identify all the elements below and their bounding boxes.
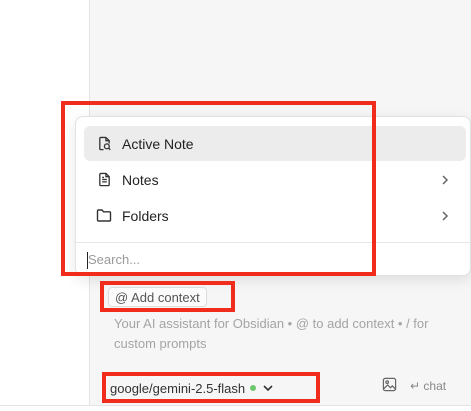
model-status-dot xyxy=(250,385,257,391)
context-menu-popup: Active Note Notes Folders Search... xyxy=(75,116,471,276)
chevron-down-icon xyxy=(262,381,274,396)
add-context-label: @ Add context xyxy=(115,289,200,305)
chat-label: ↵ chat xyxy=(410,379,447,393)
add-context-button[interactable]: @ Add context xyxy=(108,287,207,307)
model-name: google/gemini-2.5-flash xyxy=(110,380,246,396)
chat-input-placeholder[interactable]: Your AI assistant for Obsidian • @ to ad… xyxy=(114,314,464,354)
image-icon xyxy=(382,377,397,397)
send-chat-button[interactable]: ↵ chat xyxy=(410,377,446,395)
active-note-icon xyxy=(96,136,112,152)
menu-item-notes[interactable]: Notes xyxy=(84,162,466,197)
text-caret xyxy=(87,252,88,269)
bottom-strip xyxy=(0,405,471,411)
note-file-icon xyxy=(96,172,112,188)
menu-item-folders[interactable]: Folders xyxy=(84,198,466,233)
menu-item-active-note[interactable]: Active Note xyxy=(84,126,466,161)
context-search-input[interactable] xyxy=(76,243,470,276)
menu-item-label: Folders xyxy=(122,207,169,224)
menu-item-label: Notes xyxy=(122,171,159,188)
app-root: Active Note Notes Folders Search... @ Ad… xyxy=(0,0,471,411)
context-search-row xyxy=(76,242,470,276)
model-selector[interactable]: google/gemini-2.5-flash xyxy=(110,378,274,398)
chevron-right-icon xyxy=(438,173,452,187)
menu-item-label: Active Note xyxy=(122,135,194,152)
add-image-button[interactable] xyxy=(380,377,398,397)
folder-icon xyxy=(96,208,112,224)
chevron-right-icon xyxy=(438,209,452,223)
